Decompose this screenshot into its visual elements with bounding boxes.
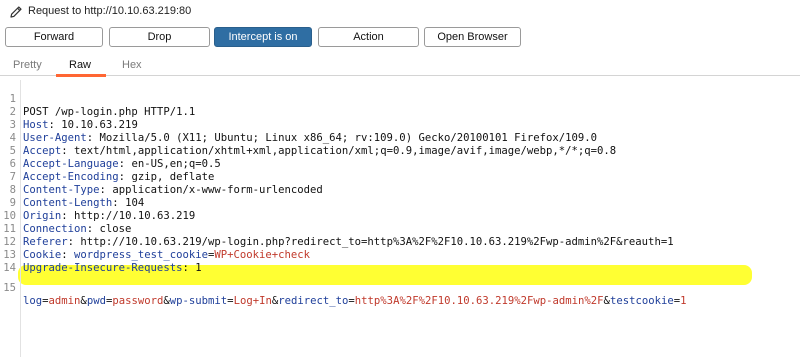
forward-button[interactable]: Forward <box>5 27 103 47</box>
param-name: wp-submit <box>169 295 228 307</box>
drop-button[interactable]: Drop <box>109 27 210 47</box>
param-value: admin <box>48 295 81 307</box>
header-line: 6 Accept-Encoding: gzip, deflate <box>0 145 800 183</box>
param-name: testcookie <box>609 295 674 307</box>
request-editor[interactable]: 1 POST /wp-login.php HTTP/1.1 2 Host: 10… <box>0 80 800 357</box>
body-line: 15 log=admin&pwd=password&wp-submit=Log+… <box>0 269 800 307</box>
request-title: Request to http://10.10.63.219:80 <box>28 5 192 17</box>
param-name: log <box>23 295 43 307</box>
header-line: 10 Connection: close <box>0 197 800 235</box>
header-line: 13 Upgrade-Insecure-Requests: 1 <box>0 236 800 274</box>
param-value: password <box>112 295 164 307</box>
header-line: 2 Host: 10.10.63.219 <box>0 93 800 131</box>
tab-pretty[interactable]: Pretty <box>13 59 42 71</box>
request-header: Request to http://10.10.63.219:80 <box>0 0 800 26</box>
action-button[interactable]: Action <box>318 27 419 47</box>
param-name: pwd <box>86 295 106 307</box>
header-line: 4 Accept: text/html,application/xhtml+xm… <box>0 119 800 157</box>
param-value: 1 <box>680 295 687 307</box>
param-value: http%3A%2F%2F10.10.63.219%2Fwp-admin%2F <box>354 295 604 307</box>
pencil-icon <box>10 6 22 18</box>
intercept-toggle-button[interactable]: Intercept is on <box>214 27 312 47</box>
header-line: 12 Cookie: wordpress_test_cookie=WP+Cook… <box>0 223 800 261</box>
open-browser-button[interactable]: Open Browser <box>424 27 521 47</box>
header-line: 8 Content-Length: 104 <box>0 171 800 209</box>
header-line: 9 Origin: http://10.10.63.219 <box>0 184 800 222</box>
intercept-toolbar: Forward Drop Intercept is on Action Open… <box>0 26 800 50</box>
param-value: Log+In <box>233 295 272 307</box>
header-line: 3 User-Agent: Mozilla/5.0 (X11; Ubuntu; … <box>0 106 800 144</box>
tab-raw[interactable]: Raw <box>69 59 91 71</box>
header-line: 5 Accept-Language: en-US,en;q=0.5 <box>0 132 800 170</box>
line-number: 15 <box>3 282 16 294</box>
param-name: redirect_to <box>278 295 349 307</box>
selected-tab-indicator <box>56 74 106 77</box>
view-tabs: Pretty Raw Hex <box>0 56 800 76</box>
header-line: 11 Referer: http://10.10.63.219/wp-login… <box>0 210 800 248</box>
request-line: 1 POST /wp-login.php HTTP/1.1 <box>0 80 800 118</box>
header-line: 7 Content-Type: application/x-www-form-u… <box>0 158 800 196</box>
blank-line: 14 <box>0 249 800 274</box>
tab-hex[interactable]: Hex <box>122 59 142 71</box>
